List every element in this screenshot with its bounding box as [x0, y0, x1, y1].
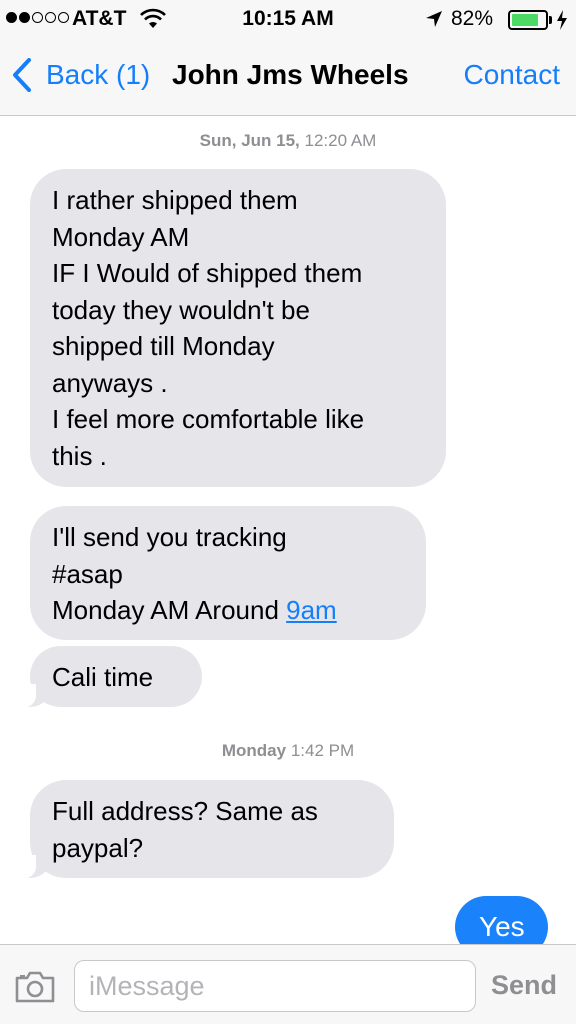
timestamp-time: 1:42 PM: [290, 741, 355, 760]
incoming-message-bubble[interactable]: Full address? Same as paypal?: [10, 780, 394, 879]
incoming-message-bubble[interactable]: I rather shipped them Monday AM IF I Wou…: [30, 169, 446, 487]
send-button[interactable]: Send: [491, 970, 557, 1001]
time-link[interactable]: 9am: [286, 595, 337, 625]
timestamp: Sun, Jun 15, 12:20 AM: [0, 131, 576, 151]
contact-button[interactable]: Contact: [464, 59, 561, 91]
timestamp-time: 12:20 AM: [304, 131, 377, 150]
charging-bolt-icon: [557, 10, 567, 30]
incoming-message-bubble[interactable]: Cali time: [10, 646, 202, 708]
battery-tip: [549, 16, 552, 24]
incoming-message-bubble[interactable]: I'll send you tracking #asap Monday AM A…: [30, 506, 426, 640]
message-text: I'll send you tracking #asap Monday AM A…: [52, 522, 287, 625]
battery-icon: [508, 10, 548, 30]
back-button[interactable]: Back (1): [12, 58, 150, 92]
battery-level: [512, 14, 539, 26]
camera-icon[interactable]: [14, 970, 56, 1004]
message-input-bar: Send: [0, 944, 576, 1024]
back-label: Back (1): [46, 59, 151, 90]
location-arrow-icon: [426, 11, 442, 27]
timestamp-day: Sun, Jun 15,: [199, 131, 300, 150]
battery-percent: 82%: [451, 7, 494, 30]
chevron-left-icon: [13, 58, 31, 92]
timestamp-day: Monday: [221, 741, 287, 760]
timestamp: Monday 1:42 PM: [0, 741, 576, 761]
nav-bar: Back (1) John Jms Wheels Contact: [0, 40, 576, 116]
message-input[interactable]: [74, 960, 476, 1012]
status-bar: AT&T 10:15 AM 82%: [0, 0, 576, 40]
conversation-title: John Jms Wheels: [172, 59, 409, 90]
